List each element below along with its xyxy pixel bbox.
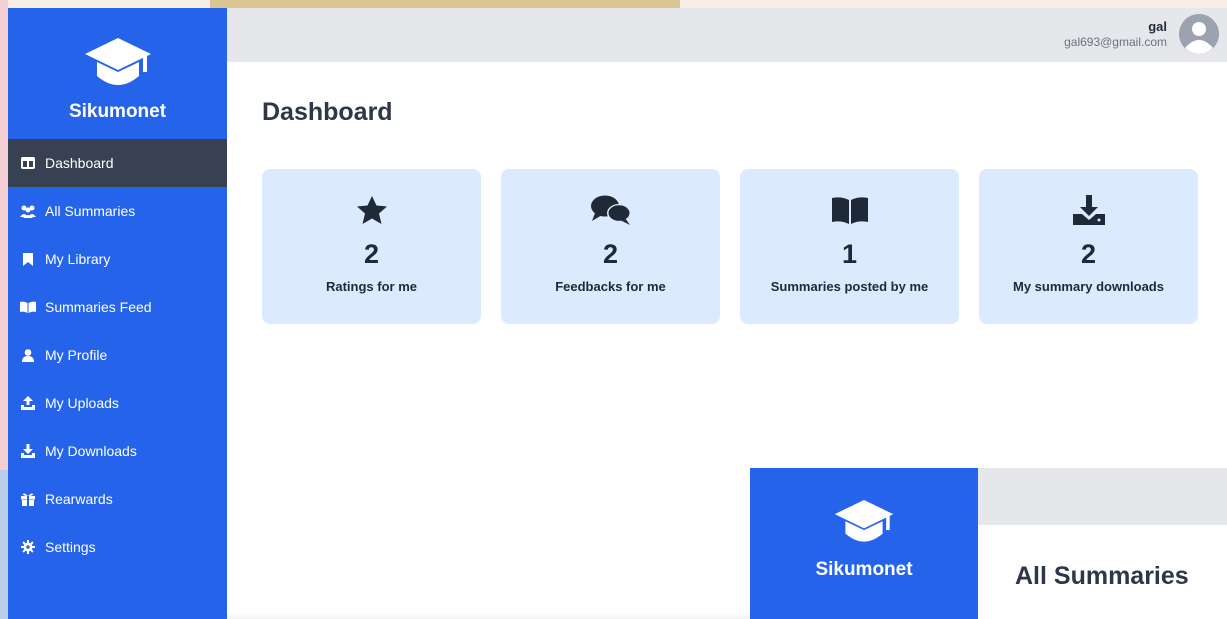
brand-name: Sikumonet (68, 101, 167, 122)
sidebar-item-all-summaries[interactable]: All Summaries (8, 187, 227, 235)
sidebar-item-label: My Profile (45, 347, 108, 363)
download-tray-icon (1072, 193, 1105, 227)
sidebar-item-label: My Library (45, 251, 111, 267)
user-avatar-icon (1179, 14, 1219, 54)
sidebar-item-settings[interactable]: Settings (8, 523, 227, 571)
preview-brand-name: Sikumonet (815, 559, 913, 580)
sidebar-item-my-downloads[interactable]: My Downloads (8, 427, 227, 475)
stat-count: 2 (602, 239, 619, 269)
book-open-icon (831, 193, 868, 227)
graduation-cap-icon (833, 498, 895, 553)
book-open-icon (20, 299, 36, 315)
sidebar-item-label: My Uploads (45, 395, 119, 411)
sidebar-item-summaries-feed[interactable]: Summaries Feed (8, 283, 227, 331)
stats-cards: 2 Ratings for me 2 Feedbacks for me 1 Su… (262, 169, 1218, 324)
all-summaries-preview: Sikumonet All Summaries (750, 468, 1227, 619)
stat-count: 2 (363, 239, 380, 269)
star-icon (356, 193, 388, 227)
graduation-cap-icon (83, 36, 153, 97)
stat-card-ratings[interactable]: 2 Ratings for me (262, 169, 481, 324)
download-icon (20, 443, 36, 459)
stat-count: 1 (841, 239, 858, 269)
avatar[interactable] (1179, 14, 1219, 54)
sidebar-nav: Dashboard All Summaries My Library Summa… (8, 139, 227, 571)
bookmark-icon (20, 251, 36, 267)
stat-count: 2 (1080, 239, 1097, 269)
gear-icon (20, 539, 36, 555)
preview-page-title: All Summaries (1015, 562, 1189, 590)
stat-label: My summary downloads (1013, 279, 1164, 294)
user-email: gal693@gmail.com (1064, 35, 1167, 49)
comments-icon (590, 193, 632, 227)
sidebar-item-label: My Downloads (45, 443, 137, 459)
sidebar: Sikumonet Dashboard All Summaries My Lib… (8, 8, 227, 619)
sidebar-item-label: Rearwards (45, 491, 113, 507)
people-group-icon (20, 203, 36, 219)
columns-icon (20, 155, 36, 171)
sidebar-item-label: All Summaries (45, 203, 136, 219)
stat-card-feedbacks[interactable]: 2 Feedbacks for me (501, 169, 720, 324)
stat-card-summaries-posted[interactable]: 1 Summaries posted by me (740, 169, 959, 324)
sidebar-item-label: Dashboard (45, 155, 114, 171)
stat-label: Summaries posted by me (770, 279, 929, 294)
sidebar-item-label: Settings (45, 539, 96, 555)
sidebar-item-my-profile[interactable]: My Profile (8, 331, 227, 379)
gift-icon (20, 491, 36, 507)
page-title: Dashboard (262, 98, 393, 126)
stat-card-downloads[interactable]: 2 My summary downloads (979, 169, 1198, 324)
background-stripe-tan (210, 0, 680, 8)
brand[interactable]: Sikumonet (8, 8, 227, 139)
sidebar-item-label: Summaries Feed (45, 299, 152, 315)
bottom-shadow (227, 613, 758, 619)
stat-label: Ratings for me (325, 279, 417, 294)
sidebar-item-dashboard[interactable]: Dashboard (8, 139, 227, 187)
stat-label: Feedbacks for me (555, 279, 666, 294)
sidebar-item-my-uploads[interactable]: My Uploads (8, 379, 227, 427)
upload-icon (20, 395, 36, 411)
sidebar-item-rearwards[interactable]: Rearwards (8, 475, 227, 523)
preview-sidebar: Sikumonet (750, 468, 978, 619)
user-info: gal gal693@gmail.com (1064, 19, 1167, 49)
user-menu[interactable]: gal gal693@gmail.com (1064, 14, 1219, 54)
background-stripe-blue (0, 470, 8, 619)
preview-topbar (978, 468, 1227, 525)
topbar: gal gal693@gmail.com (227, 8, 1227, 62)
user-name: gal (1148, 19, 1167, 34)
sidebar-item-my-library[interactable]: My Library (8, 235, 227, 283)
user-icon (20, 347, 36, 363)
